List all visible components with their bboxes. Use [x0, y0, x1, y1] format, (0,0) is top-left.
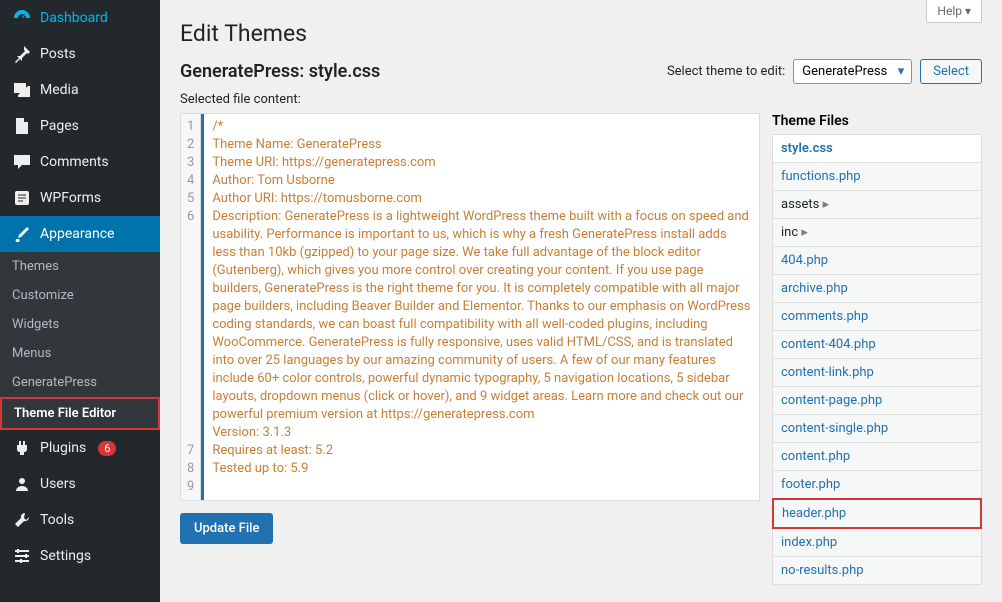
- file-item-content-single-php[interactable]: content-single.php: [772, 414, 982, 443]
- theme-files-panel: Theme Files style.cssfunctions.phpassets…: [772, 113, 982, 585]
- sidebar-sub-themes[interactable]: Themes: [0, 252, 160, 281]
- file-item-inc[interactable]: inc: [772, 218, 982, 247]
- selected-file-label: Selected file content:: [180, 92, 982, 107]
- pin-icon: [12, 44, 32, 64]
- file-item-content-404-php[interactable]: content-404.php: [772, 330, 982, 359]
- pages-icon: [12, 116, 32, 136]
- sidebar-item-appearance[interactable]: Appearance: [0, 216, 160, 252]
- sidebar-item-settings[interactable]: Settings: [0, 538, 160, 574]
- sidebar-item-dashboard[interactable]: Dashboard: [0, 0, 160, 36]
- sidebar-item-wpforms[interactable]: WPForms: [0, 180, 160, 216]
- theme-select-dropdown[interactable]: GeneratePress: [793, 59, 912, 84]
- file-item-content-page-php[interactable]: content-page.php: [772, 386, 982, 415]
- line-numbers: 123456789: [181, 114, 201, 500]
- sidebar-item-pages[interactable]: Pages: [0, 108, 160, 144]
- sidebar-sub-customize[interactable]: Customize: [0, 281, 160, 310]
- plug-icon: [12, 438, 32, 458]
- tools-icon: [12, 510, 32, 530]
- sidebar-item-posts[interactable]: Posts: [0, 36, 160, 72]
- select-theme-button[interactable]: Select: [920, 59, 982, 84]
- dashboard-icon: [12, 8, 32, 28]
- code-content[interactable]: /*Theme Name: GeneratePressTheme URI: ht…: [201, 114, 759, 500]
- help-tab[interactable]: Help ▾: [926, 0, 982, 23]
- comments-icon: [12, 152, 32, 172]
- theme-files-heading: Theme Files: [772, 113, 982, 129]
- file-item-index-php[interactable]: index.php: [772, 528, 982, 557]
- sidebar-item-label: WPForms: [40, 190, 101, 206]
- sidebar-item-comments[interactable]: Comments: [0, 144, 160, 180]
- code-editor[interactable]: 123456789 /*Theme Name: GeneratePressThe…: [180, 113, 760, 501]
- file-item-header-php[interactable]: header.php: [772, 498, 982, 529]
- sidebar-item-label: Media: [40, 82, 79, 98]
- forms-icon: [12, 188, 32, 208]
- editing-file-title: GeneratePress: style.css: [180, 61, 380, 82]
- sidebar-item-label: Tools: [40, 512, 74, 528]
- page-title: Edit Themes: [180, 20, 982, 47]
- theme-selector: Select theme to edit: GeneratePress Sele…: [667, 59, 982, 84]
- sidebar-item-media[interactable]: Media: [0, 72, 160, 108]
- sidebar-item-label: Appearance: [40, 226, 114, 242]
- file-item-assets[interactable]: assets: [772, 190, 982, 219]
- sidebar-item-plugins[interactable]: Plugins 6: [0, 430, 160, 466]
- file-item-content-link-php[interactable]: content-link.php: [772, 358, 982, 387]
- file-item-footer-php[interactable]: footer.php: [772, 470, 982, 499]
- sidebar-sub-generatepress[interactable]: GeneratePress: [0, 368, 160, 397]
- main-content: Help ▾ Edit Themes GeneratePress: style.…: [160, 0, 1002, 602]
- sidebar-sub-widgets[interactable]: Widgets: [0, 310, 160, 339]
- sidebar-item-label: Users: [40, 476, 76, 492]
- sidebar-item-label: Dashboard: [40, 10, 108, 26]
- file-item-no-results-php[interactable]: no-results.php: [772, 556, 982, 585]
- sidebar-item-label: Settings: [40, 548, 91, 564]
- sidebar-item-label: Pages: [40, 118, 79, 134]
- update-file-button[interactable]: Update File: [180, 513, 273, 544]
- sidebar-sub-theme-file-editor[interactable]: Theme File Editor: [0, 397, 160, 430]
- file-item-404-php[interactable]: 404.php: [772, 246, 982, 275]
- users-icon: [12, 474, 32, 494]
- media-icon: [12, 80, 32, 100]
- sidebar-item-tools[interactable]: Tools: [0, 502, 160, 538]
- sidebar-item-label: Posts: [40, 46, 76, 62]
- settings-icon: [12, 546, 32, 566]
- sidebar-sub-menus[interactable]: Menus: [0, 339, 160, 368]
- file-item-comments-php[interactable]: comments.php: [772, 302, 982, 331]
- select-theme-label: Select theme to edit:: [667, 64, 785, 79]
- file-item-functions-php[interactable]: functions.php: [772, 162, 982, 191]
- update-badge: 6: [98, 441, 116, 456]
- brush-icon: [12, 224, 32, 244]
- file-item-content-php[interactable]: content.php: [772, 442, 982, 471]
- file-item-archive-php[interactable]: archive.php: [772, 274, 982, 303]
- sidebar-item-label: Plugins: [40, 440, 86, 456]
- admin-sidebar: Dashboard Posts Media Pages Comments WPForms A…: [0, 0, 160, 602]
- sidebar-item-label: Comments: [40, 154, 109, 170]
- sidebar-item-users[interactable]: Users: [0, 466, 160, 502]
- file-item-style-css[interactable]: style.css: [772, 134, 982, 163]
